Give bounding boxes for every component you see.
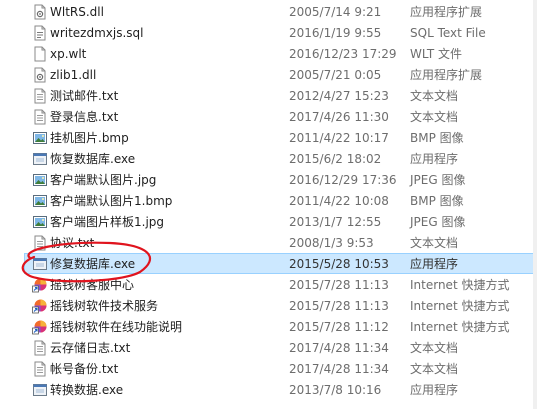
file-type: JPEG 图像: [410, 173, 466, 187]
file-date-modified: 2011/4/22 10:08: [289, 194, 389, 208]
file-row[interactable]: 摇钱树客服中心 2015/7/28 11:13 Internet 快捷方式: [24, 274, 537, 295]
file-type: BMP 图像: [410, 131, 464, 145]
file-type: 文本文档: [410, 89, 459, 103]
file-name[interactable]: 摇钱树客服中心: [50, 278, 134, 292]
file-name[interactable]: 云存储日志.txt: [50, 341, 130, 355]
file-date-modified: 2017/4/28 11:34: [289, 341, 389, 355]
image-file-icon: [32, 130, 48, 146]
file-name[interactable]: 登录信息.txt: [50, 110, 118, 124]
file-date-modified: 2015/6/2 18:02: [289, 152, 382, 166]
file-name[interactable]: zlib1.dll: [50, 68, 96, 82]
file-date-modified: 2012/4/27 15:23: [289, 89, 389, 103]
exe-icon: [32, 382, 48, 398]
image-file-icon: [32, 193, 48, 209]
scrollbar-edge[interactable]: [533, 0, 537, 409]
file-name[interactable]: 转换数据.exe: [50, 383, 123, 397]
file-name[interactable]: xp.wlt: [50, 47, 86, 61]
file-type: 应用程序: [410, 383, 459, 397]
file-name[interactable]: 帐号备份.txt: [50, 362, 118, 376]
file-date-modified: 2015/5/28 10:53: [289, 257, 389, 271]
internet-shortcut-icon: [32, 277, 48, 293]
file-date-modified: 2015/7/28 11:12: [289, 320, 389, 334]
text-file-icon: [32, 235, 48, 251]
file-row[interactable]: 修复数据库.exe 2015/5/28 10:53 应用程序: [24, 253, 537, 274]
file-type: WLT 文件: [410, 47, 463, 61]
file-type: 文本文档: [410, 236, 459, 250]
dll-icon: [32, 67, 48, 83]
file-type: 应用程序扩展: [410, 5, 483, 19]
file-date-modified: 2017/4/26 11:30: [289, 110, 389, 124]
file-row[interactable]: zlib1.dll 2005/7/21 0:05 应用程序扩展: [24, 64, 537, 85]
text-file-icon: [32, 88, 48, 104]
file-name[interactable]: 摇钱树软件技术服务: [50, 299, 158, 313]
image-file-icon: [32, 172, 48, 188]
file-type: Internet 快捷方式: [410, 278, 510, 292]
file-type: 应用程序: [410, 152, 459, 166]
file-row[interactable]: 测试邮件.txt 2012/4/27 15:23 文本文档: [24, 85, 537, 106]
file-name[interactable]: 客户端默认图片.jpg: [50, 173, 156, 187]
image-file-icon: [32, 214, 48, 230]
generic-file-icon: [32, 46, 48, 62]
file-date-modified: 2016/1/19 9:55: [289, 26, 382, 40]
file-name[interactable]: 摇钱树软件在线功能说明: [50, 320, 182, 334]
file-date-modified: 2016/12/29 17:36: [289, 173, 397, 187]
file-type: Internet 快捷方式: [410, 299, 510, 313]
file-type: SQL Text File: [410, 26, 486, 40]
file-row[interactable]: writezdmxjs.sql 2016/1/19 9:55 SQL Text Fi…: [24, 22, 537, 43]
file-date-modified: 2005/7/14 9:21: [289, 5, 382, 19]
file-row[interactable]: 客户端默认图片.jpg 2016/12/29 17:36 JPEG 图像: [24, 169, 537, 190]
internet-shortcut-icon: [32, 319, 48, 335]
file-row[interactable]: WltRS.dll 2005/7/14 9:21 应用程序扩展: [24, 1, 537, 22]
file-type: 文本文档: [410, 341, 459, 355]
file-row[interactable]: 摇钱树软件在线功能说明 2015/7/28 11:12 Internet 快捷方式: [24, 316, 537, 337]
text-file-icon: [32, 109, 48, 125]
file-date-modified: 2011/4/22 10:17: [289, 131, 389, 145]
text-file-icon: [32, 361, 48, 377]
file-type: 应用程序扩展: [410, 68, 483, 82]
file-type: JPEG 图像: [410, 215, 466, 229]
file-date-modified: 2015/7/28 11:13: [289, 278, 389, 292]
file-name[interactable]: writezdmxjs.sql: [50, 26, 143, 40]
file-date-modified: 2013/7/8 10:16: [289, 383, 382, 397]
file-name[interactable]: WltRS.dll: [50, 5, 104, 19]
file-type: 文本文档: [410, 110, 459, 124]
file-date-modified: 2005/7/21 0:05: [289, 68, 382, 82]
dll-icon: [32, 4, 48, 20]
file-name[interactable]: 客户端默认图片1.bmp: [50, 194, 172, 208]
file-row[interactable]: xp.wlt 2016/12/23 17:29 WLT 文件: [24, 43, 537, 64]
exe-icon: [32, 256, 48, 272]
file-type: BMP 图像: [410, 194, 464, 208]
file-type: Internet 快捷方式: [410, 320, 510, 334]
file-name[interactable]: 测试邮件.txt: [50, 89, 118, 103]
file-name[interactable]: 挂机图片.bmp: [50, 131, 129, 145]
internet-shortcut-icon: [32, 298, 48, 314]
file-row[interactable]: 客户端图片样板1.jpg 2013/1/7 12:55 JPEG 图像: [24, 211, 537, 232]
file-date-modified: 2017/4/28 11:34: [289, 362, 389, 376]
exe-icon: [32, 151, 48, 167]
file-date-modified: 2015/7/28 11:13: [289, 299, 389, 313]
file-row[interactable]: 客户端默认图片1.bmp 2011/4/22 10:08 BMP 图像: [24, 190, 537, 211]
file-row[interactable]: 挂机图片.bmp 2011/4/22 10:17 BMP 图像: [24, 127, 537, 148]
file-name[interactable]: 客户端图片样板1.jpg: [50, 215, 164, 229]
file-date-modified: 2013/1/7 12:55: [289, 215, 382, 229]
file-type: 应用程序: [410, 257, 459, 271]
file-date-modified: 2016/12/23 17:29: [289, 47, 397, 61]
file-date-modified: 2008/1/3 9:53: [289, 236, 374, 250]
file-row[interactable]: 恢复数据库.exe 2015/6/2 18:02 应用程序: [24, 148, 537, 169]
file-row[interactable]: 摇钱树软件技术服务 2015/7/28 11:13 Internet 快捷方式: [24, 295, 537, 316]
file-name[interactable]: 协议.txt: [50, 236, 94, 250]
file-name[interactable]: 恢复数据库.exe: [50, 152, 135, 166]
file-row[interactable]: 协议.txt 2008/1/3 9:53 文本文档: [24, 232, 537, 253]
file-row[interactable]: 登录信息.txt 2017/4/26 11:30 文本文档: [24, 106, 537, 127]
file-row[interactable]: 帐号备份.txt 2017/4/28 11:34 文本文档: [24, 358, 537, 379]
file-name[interactable]: 修复数据库.exe: [50, 257, 135, 271]
file-row[interactable]: 云存储日志.txt 2017/4/28 11:34 文本文档: [24, 337, 537, 358]
file-type: 文本文档: [410, 362, 459, 376]
file-row[interactable]: 转换数据.exe 2013/7/8 10:16 应用程序: [24, 379, 537, 400]
text-file-icon: [32, 340, 48, 356]
sql-file-icon: [32, 25, 48, 41]
